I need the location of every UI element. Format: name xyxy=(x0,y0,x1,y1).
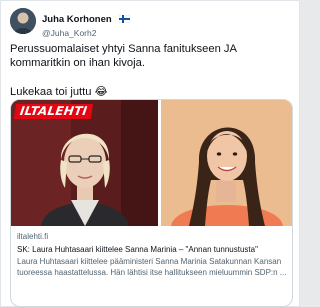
card-image-left: ILTALEHTI xyxy=(11,100,158,226)
tweet-text-line1: Perussuomalaiset yhtyi Sanna fanitukseen… xyxy=(10,43,237,69)
display-name-row: Juha Korhonen xyxy=(42,9,131,28)
author-handle[interactable]: @Juha_Korh2 xyxy=(42,28,130,39)
link-preview-card[interactable]: ILTALEHTI iltalehti.fi SK: Laura Huhtasa… xyxy=(10,99,293,307)
woman-portrait-right-illustration xyxy=(161,100,292,226)
tweet-header: Juha Korhonen @Juha_Korh2 xyxy=(10,7,290,38)
card-domain: iltalehti.fi xyxy=(17,232,49,241)
author-names: Juha Korhonen @Juha_Korh2 xyxy=(42,9,131,39)
card-description: Laura Huhtasaari kiittelee pääministeri … xyxy=(17,257,287,277)
avatar[interactable] xyxy=(10,8,36,34)
card-image-right xyxy=(161,100,292,226)
tweet-text-line2: Lukekaa toi juttu 😂 xyxy=(10,86,108,98)
card-image[interactable]: ILTALEHTI xyxy=(11,100,292,226)
author-display-name[interactable]: Juha Korhonen xyxy=(42,14,112,25)
card-title[interactable]: SK: Laura Huhtasaari kiittelee Sanna Mar… xyxy=(17,244,289,255)
finland-flag-icon xyxy=(118,10,131,28)
tweet-card[interactable]: Juha Korhonen @Juha_Korh2 Perussuomalais… xyxy=(0,0,300,307)
tweet-text: Perussuomalaiset yhtyi Sanna fanitukseen… xyxy=(10,42,292,99)
card-meta: iltalehti.fi SK: Laura Huhtasaari kiitte… xyxy=(17,231,289,278)
iltalehti-logo: ILTALEHTI xyxy=(13,104,94,119)
